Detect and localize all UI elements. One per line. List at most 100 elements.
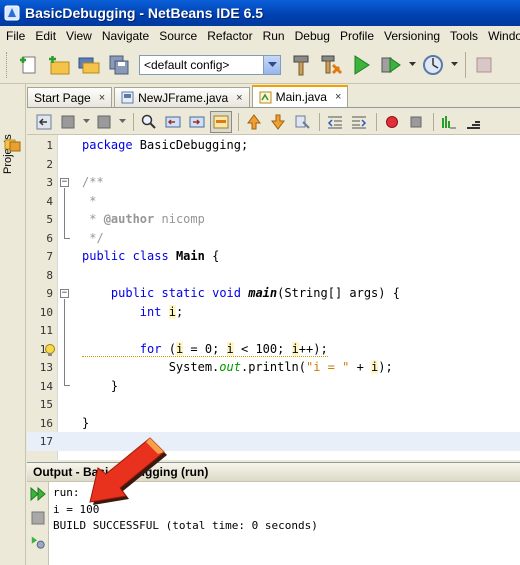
java-file-icon (259, 91, 272, 103)
uncomment-icon[interactable] (462, 111, 484, 133)
last-edit-icon[interactable] (57, 111, 79, 133)
fold-guide (64, 238, 70, 239)
line-number: 10 (39, 305, 53, 319)
stop-macro-icon[interactable] (405, 111, 427, 133)
code-line[interactable]: 10 int i; (27, 303, 520, 322)
toolbar-grip[interactable] (6, 51, 9, 78)
menu-run[interactable]: Run (259, 29, 291, 43)
menu-debug[interactable]: Debug (291, 29, 336, 43)
next-bookmark-icon[interactable] (267, 111, 289, 133)
code-line[interactable]: 7 public class Main { (27, 247, 520, 266)
rerun-with-options-icon[interactable] (30, 534, 46, 550)
annotation-arrow (89, 437, 167, 505)
output-line: BUILD SUCCESSFUL (total time: 0 seconds) (53, 519, 318, 532)
code-line[interactable]: 12 for (i = 0; i < 100; i++); (27, 340, 520, 359)
code-text: int i; (139, 304, 184, 319)
code-line[interactable]: 2 (27, 155, 520, 174)
menu-versioning[interactable]: Versioning (380, 29, 446, 43)
line-number: 9 (46, 287, 53, 300)
code-line[interactable]: 15 (27, 395, 520, 414)
back-dropdown-icon[interactable] (81, 111, 91, 133)
code-line[interactable]: 5 * @author nicomp (27, 210, 520, 229)
menu-view[interactable]: View (62, 29, 98, 43)
find-previous-icon[interactable] (162, 111, 184, 133)
output-line: run: (53, 486, 80, 499)
toggle-highlight-search-icon[interactable] (210, 110, 232, 133)
tab-newjframe[interactable]: NewJFrame.java × (114, 87, 250, 107)
profile-icon[interactable] (419, 51, 447, 79)
toolbar-separator (238, 112, 239, 131)
output-toolbar (27, 482, 49, 565)
shift-left-icon[interactable] (324, 111, 346, 133)
profile-dropdown-arrow-icon[interactable] (449, 51, 459, 79)
code-line[interactable]: 6 */ (27, 229, 520, 248)
menu-profile[interactable]: Profile (336, 29, 380, 43)
fold-guide (64, 188, 65, 238)
line-number: 11 (39, 324, 53, 337)
code-line[interactable]: 9 public static void main(String[] args)… (27, 284, 520, 303)
back-icon[interactable] (33, 111, 55, 133)
tab-start-page[interactable]: Start Page × (27, 87, 113, 107)
code-editor[interactable]: 1 package BasicDebugging; 2 3/** 4 * 5 * @aut… (27, 135, 520, 460)
hint-lightbulb-icon[interactable] (43, 343, 57, 357)
rerun-icon[interactable] (30, 486, 46, 502)
menu-tools[interactable]: Tools (446, 29, 484, 43)
menu-navigate[interactable]: Navigate (98, 29, 155, 43)
new-project-icon[interactable] (45, 51, 73, 79)
forward-icon[interactable] (93, 111, 115, 133)
forward-dropdown-icon[interactable] (117, 111, 127, 133)
code-line[interactable]: 1 package BasicDebugging; (27, 136, 520, 155)
menu-edit[interactable]: Edit (31, 29, 62, 43)
tab-label: Start Page (34, 90, 91, 105)
code-line[interactable]: 11 (27, 321, 520, 340)
code-line[interactable]: 4 * (27, 192, 520, 211)
find-icon[interactable] (138, 111, 160, 133)
tab-main-java[interactable]: Main.java × (251, 85, 349, 107)
toggle-bookmark-icon[interactable] (291, 111, 313, 133)
code-text: * @author nicomp (82, 212, 205, 226)
fold-collapse-icon[interactable]: − (60, 178, 69, 187)
netbeans-logo-icon (4, 5, 20, 21)
clean-build-icon[interactable] (317, 51, 345, 79)
code-line[interactable]: 3 /** (27, 173, 520, 192)
new-file-icon[interactable] (15, 51, 43, 79)
code-text: } (82, 378, 119, 393)
open-project-icon[interactable] (75, 51, 103, 79)
window-title: BasicDebugging - NetBeans IDE 6.5 (25, 5, 264, 21)
debug-dropdown-arrow-icon[interactable] (407, 51, 417, 79)
menu-file[interactable]: File (2, 29, 31, 43)
config-dropdown[interactable]: <default config> (139, 54, 281, 75)
shift-right-icon[interactable] (348, 111, 370, 133)
code-line[interactable]: 8 (27, 266, 520, 285)
close-icon[interactable]: × (335, 91, 341, 103)
menu-refactor[interactable]: Refactor (203, 29, 258, 43)
line-number: 1 (46, 139, 53, 152)
projects-folder-icon[interactable] (4, 136, 22, 152)
chevron-down-icon[interactable] (263, 55, 280, 74)
tab-label: NewJFrame.java (138, 90, 229, 105)
find-next-icon[interactable] (186, 111, 208, 133)
save-all-icon[interactable] (105, 51, 133, 79)
code-text: */ (82, 230, 104, 245)
menu-window[interactable]: Window (484, 29, 520, 43)
line-number: 16 (39, 416, 53, 430)
stop-process-icon[interactable] (30, 510, 46, 526)
code-line[interactable]: 16} (27, 414, 520, 433)
code-line[interactable]: 14 } (27, 377, 520, 396)
code-text: } (82, 415, 90, 430)
run-icon[interactable] (347, 51, 375, 79)
fold-collapse-icon[interactable]: − (60, 289, 69, 298)
line-number: 5 (46, 213, 53, 226)
config-value: <default config> (144, 57, 230, 72)
debug-icon[interactable] (377, 51, 405, 79)
code-line[interactable]: 13 System.out.println("i = " + i); (27, 358, 520, 377)
line-number: 2 (46, 157, 53, 171)
comment-icon[interactable] (438, 111, 460, 133)
stop-icon[interactable] (470, 51, 498, 79)
previous-bookmark-icon[interactable] (243, 111, 265, 133)
start-macro-icon[interactable] (381, 111, 403, 133)
build-hammer-icon[interactable] (287, 51, 315, 79)
menu-source[interactable]: Source (155, 29, 203, 43)
close-icon[interactable]: × (236, 92, 242, 104)
close-icon[interactable]: × (99, 92, 105, 104)
